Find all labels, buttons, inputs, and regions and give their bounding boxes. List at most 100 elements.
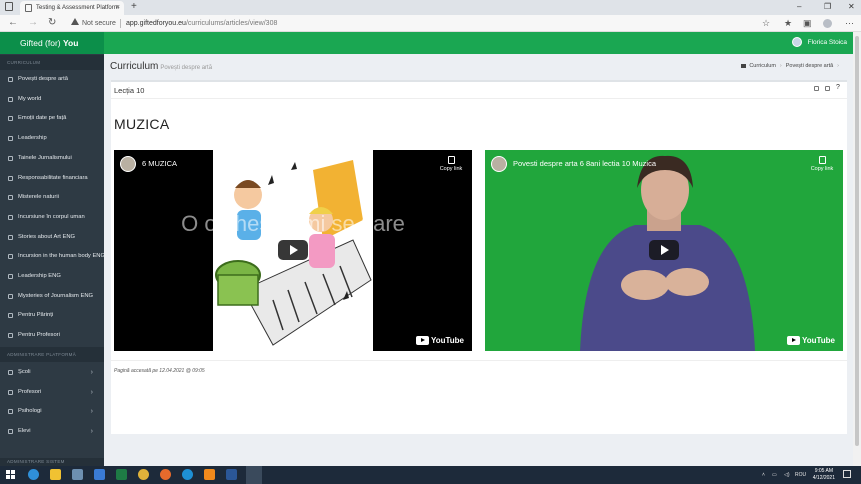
mail-icon[interactable] [94,469,105,480]
help-icon[interactable]: ? [836,84,841,91]
video-1-title[interactable]: 6 MUZICA [142,159,177,168]
breadcrumb-curriculum[interactable]: Curriculum [749,63,776,69]
sidebar-item[interactable]: Leadership ENG [0,267,104,286]
favorite-icon[interactable]: ☆ [762,15,770,32]
breadcrumb-current[interactable]: Povești despre artă [786,63,833,69]
tab-title: Testing & Assessment Platform [36,5,119,11]
store-icon[interactable] [72,469,83,480]
more-icon[interactable]: ⋯ [845,15,854,32]
volume-icon[interactable]: ◁) [784,466,790,484]
edge-active-icon[interactable] [246,466,262,484]
sidebar-item[interactable]: Emoții date pe față [0,109,104,128]
sidebar-item[interactable]: Incursion in the human body ENG [0,247,104,266]
security-label[interactable]: Not secure [82,15,116,32]
video-player-1[interactable]: O orchestra mi se pare 6 MUZICA Copy lin… [114,150,472,351]
minimize-icon[interactable]: – [797,0,801,14]
book-icon [8,313,13,319]
sidebar-item[interactable]: Mysteries of Journalism ENG [0,287,104,306]
excel-icon[interactable] [116,469,127,480]
video-2-youtube-logo[interactable]: YouTube [786,335,835,345]
sidebar-item-label: Psihologi [18,408,42,415]
firefox-icon[interactable] [160,469,171,480]
skype-icon[interactable] [182,469,193,480]
page-scrollbar[interactable] [853,32,861,466]
windows-start-icon[interactable] [6,470,15,479]
profile-avatar[interactable] [823,19,832,28]
sidebar-item[interactable]: Stories about Art ENG [0,228,104,247]
word-icon[interactable] [226,469,237,480]
video-2-title[interactable]: Povesti despre arta 6 8ani lectia 10 Muz… [513,159,656,168]
sidebar-section-admin: ADMINISTRARE PLATFORMĂ [0,347,104,362]
sidebar-item-label: Școli [18,369,31,375]
sidebar-item[interactable]: Elevi › [0,422,104,441]
sidebar-item-label: Mysteries of Journalism ENG [18,292,94,299]
home-icon [741,63,747,68]
vlc-icon[interactable] [204,469,215,480]
youtube-icon [786,336,800,345]
maximize-icon[interactable]: ❐ [824,0,831,14]
app-brand[interactable]: Gifted (for) You [0,32,104,54]
video-2-channel-avatar[interactable] [491,156,507,172]
language-indicator[interactable]: ROU [795,466,806,484]
sidebar-item[interactable]: Pentru Profesori [0,326,104,345]
chevron-right-icon: › [90,408,93,416]
chrome-icon[interactable] [138,469,149,480]
video-player-2[interactable]: Povesti despre arta 6 8ani lectia 10 Muz… [485,150,843,351]
close-window-icon[interactable]: ✕ [848,0,855,14]
back-icon[interactable]: ← [8,16,18,30]
sidebar-item[interactable]: Povești despre artă [0,70,104,89]
video-1-copy-link[interactable]: Copy link [438,156,464,172]
new-tab-button[interactable]: + [131,0,137,14]
user-menu[interactable]: Florica Stoica [791,32,847,54]
scrollbar-thumb[interactable] [855,36,859,446]
sidebar-item[interactable]: Responsabilitate financiara [0,169,104,188]
warning-icon[interactable] [71,18,79,25]
sidebar-item[interactable]: Incursiune în corpul uman [0,208,104,227]
edit-icon[interactable] [825,86,830,91]
sidebar-item[interactable]: Școli › [0,363,104,382]
copy-icon [447,156,455,164]
sidebar-item[interactable]: Pentru Părinți [0,306,104,325]
collections-icon[interactable]: ▣ [803,15,812,32]
sidebar-item[interactable]: Psihologi › [0,402,104,421]
tray-chevron-icon[interactable]: ˄ [762,466,765,484]
forward-icon[interactable]: → [28,16,38,30]
network-icon[interactable]: ▭ [772,466,777,484]
favorites-icon[interactable]: ★ [784,15,792,32]
file-explorer-icon[interactable] [50,469,61,480]
list-icon[interactable] [814,86,819,91]
video-2-copy-link[interactable]: Copy link [809,156,835,172]
video-2-play-button[interactable] [649,240,679,260]
notification-icon[interactable] [843,470,851,478]
os-taskbar: ˄ ▭ ◁) ROU 9:05 AM 4/12/2021 [0,466,861,484]
browser-tab-bar: Testing & Assessment Platform × + – ❐ ✕ [0,0,861,15]
accessed-timestamp: Pagină accesată pe 12.04.2021 @ 09:05 [114,368,205,374]
sidebar-item[interactable]: Misterele naturii [0,188,104,207]
video-2-brand: YouTube [801,335,835,345]
sidebar-item[interactable]: My world [0,90,104,109]
tab-actions-icon[interactable] [5,2,13,11]
ie-icon[interactable] [28,469,39,480]
page-favicon-icon [25,4,32,12]
brand-strong: You [63,38,79,48]
app-top-bar: Florica Stoica [104,32,853,54]
video-1-play-button[interactable] [278,240,308,260]
sidebar-item[interactable]: Tainele Jurnalismului [0,149,104,168]
close-tab-icon[interactable]: × [116,1,120,15]
video-1-youtube-logo[interactable]: YouTube [415,336,464,345]
book-icon [8,333,13,339]
sidebar-section-curriculum: CURRICULUM [0,55,104,70]
user-name: Florica Stoica [807,39,847,46]
sidebar-item[interactable]: Leadership [0,129,104,148]
building-icon [8,370,13,375]
book-icon [8,254,13,260]
chevron-right-icon: › [90,428,93,436]
sidebar-item[interactable]: Profesori › [0,383,104,402]
video-1-channel-avatar[interactable] [120,156,136,172]
url-field[interactable]: app.giftedforyou.eu/curriculums/articles… [126,15,277,32]
refresh-icon[interactable]: ↻ [48,16,56,30]
browser-tab[interactable]: Testing & Assessment Platform × [20,1,124,15]
sidebar-item-label: Elevi [18,428,31,435]
clock[interactable]: 9:05 AM 4/12/2021 [813,468,835,482]
sidebar-item-label: Incursion in the human body ENG [18,253,104,260]
